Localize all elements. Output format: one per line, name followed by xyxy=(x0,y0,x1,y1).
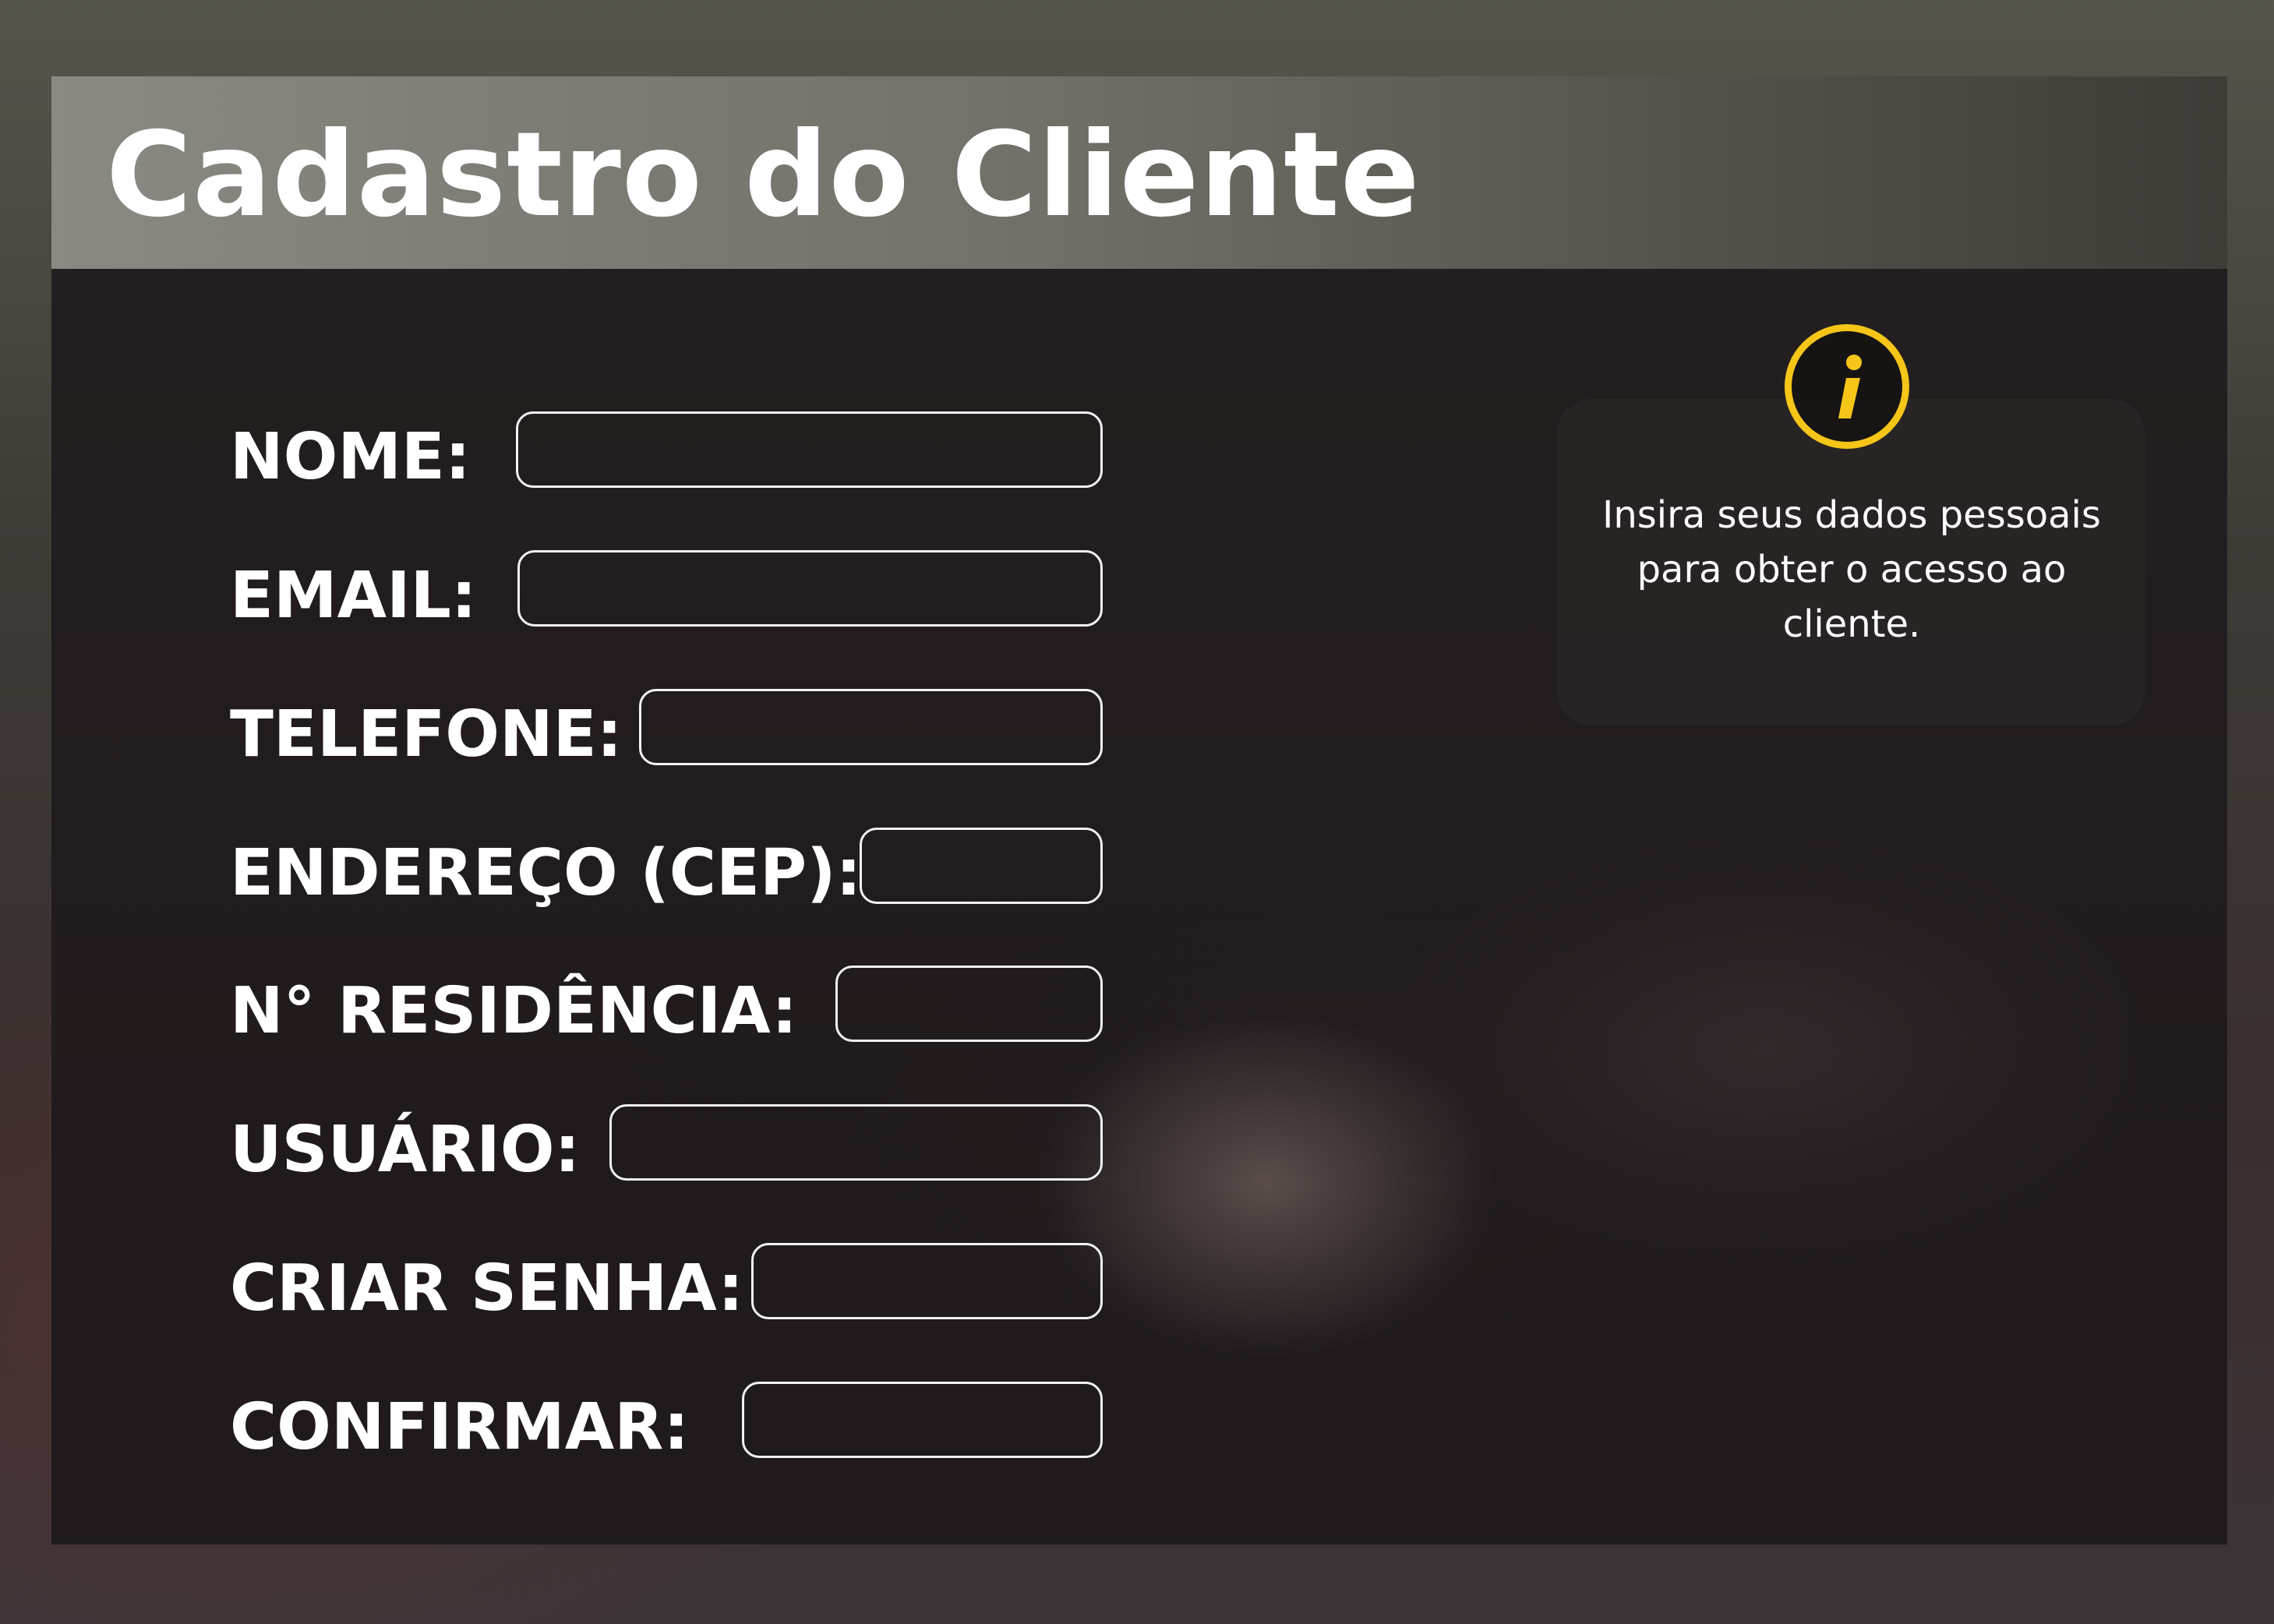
usuario-input[interactable] xyxy=(609,1104,1103,1181)
form-row-usuario: USUÁRIO: xyxy=(51,1104,1142,1190)
telefone-label: TELEFONE: xyxy=(230,697,623,771)
title-bar: Cadastro do Cliente xyxy=(51,76,2227,269)
confirmar-input[interactable] xyxy=(742,1382,1103,1458)
cep-label: ENDEREÇO (CEP): xyxy=(230,836,862,910)
senha-input[interactable] xyxy=(751,1243,1103,1319)
form-row-senha: CRIAR SENHA: xyxy=(51,1243,1142,1329)
senha-label: CRIAR SENHA: xyxy=(230,1252,744,1326)
info-glyph-icon xyxy=(1838,355,1862,418)
form-row-confirmar: CONFIRMAR: xyxy=(51,1382,1142,1467)
info-message: Insira seus dados pessoais para obter o … xyxy=(1602,493,2101,646)
residencia-input[interactable] xyxy=(835,966,1103,1042)
nome-label: NOME: xyxy=(230,420,471,494)
form-row-email: EMAIL: xyxy=(51,550,1142,636)
usuario-label: USUÁRIO: xyxy=(230,1113,581,1187)
residencia-label: N° RESIDÊNCIA: xyxy=(230,974,798,1048)
cep-input[interactable] xyxy=(860,828,1103,904)
email-input[interactable] xyxy=(517,550,1103,627)
telefone-input[interactable] xyxy=(639,689,1103,765)
form-row-residencia: N° RESIDÊNCIA: xyxy=(51,966,1142,1051)
page-title: Cadastro do Cliente xyxy=(106,108,1421,243)
form-row-cep: ENDEREÇO (CEP): xyxy=(51,828,1142,913)
form-row-telefone: TELEFONE: xyxy=(51,689,1142,775)
info-icon xyxy=(1785,324,1909,449)
form-row-nome: NOME: xyxy=(51,411,1142,497)
confirmar-label: CONFIRMAR: xyxy=(230,1390,690,1464)
registration-panel: Cadastro do Cliente NOME: EMAIL: TELEFON… xyxy=(51,76,2227,1545)
email-label: EMAIL: xyxy=(230,559,477,633)
nome-input[interactable] xyxy=(516,411,1103,488)
